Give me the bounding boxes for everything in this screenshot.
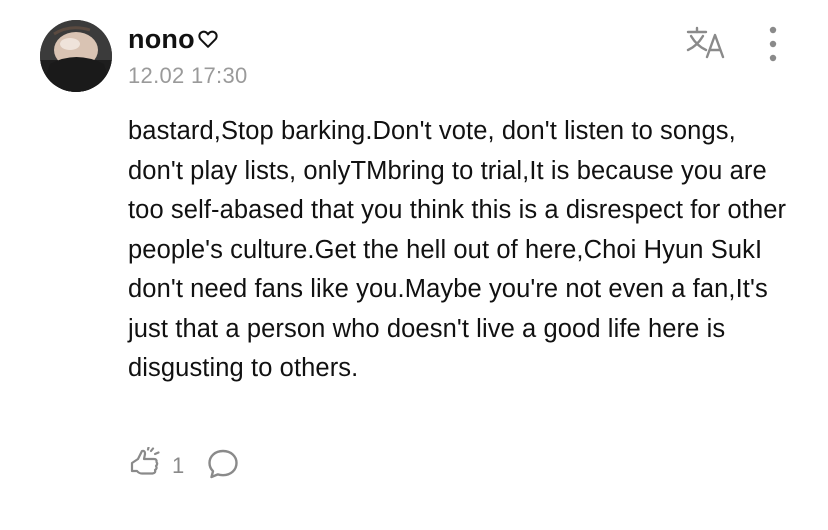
avatar[interactable] bbox=[40, 20, 112, 92]
author-row: nono bbox=[128, 22, 219, 56]
translate-button[interactable] bbox=[684, 26, 730, 64]
username[interactable]: nono bbox=[128, 24, 195, 55]
timestamp: 12.02 17:30 bbox=[128, 63, 248, 88]
translate-icon bbox=[685, 26, 729, 65]
like-hand-icon bbox=[128, 445, 162, 486]
more-options-button[interactable] bbox=[758, 26, 788, 66]
comment-bubble-icon bbox=[206, 447, 240, 486]
action-bar: 1 bbox=[128, 445, 240, 486]
like-button[interactable]: 1 bbox=[128, 445, 206, 486]
comment-post: nono 12.02 17:30 bastard,Stop barking.Do… bbox=[0, 0, 828, 530]
like-count: 1 bbox=[172, 453, 185, 478]
comment-button[interactable] bbox=[206, 447, 240, 486]
comment-body: bastard,Stop barking.Don't vote, don't l… bbox=[128, 117, 787, 382]
more-vertical-icon bbox=[769, 26, 777, 67]
heart-outline-icon bbox=[197, 28, 219, 50]
